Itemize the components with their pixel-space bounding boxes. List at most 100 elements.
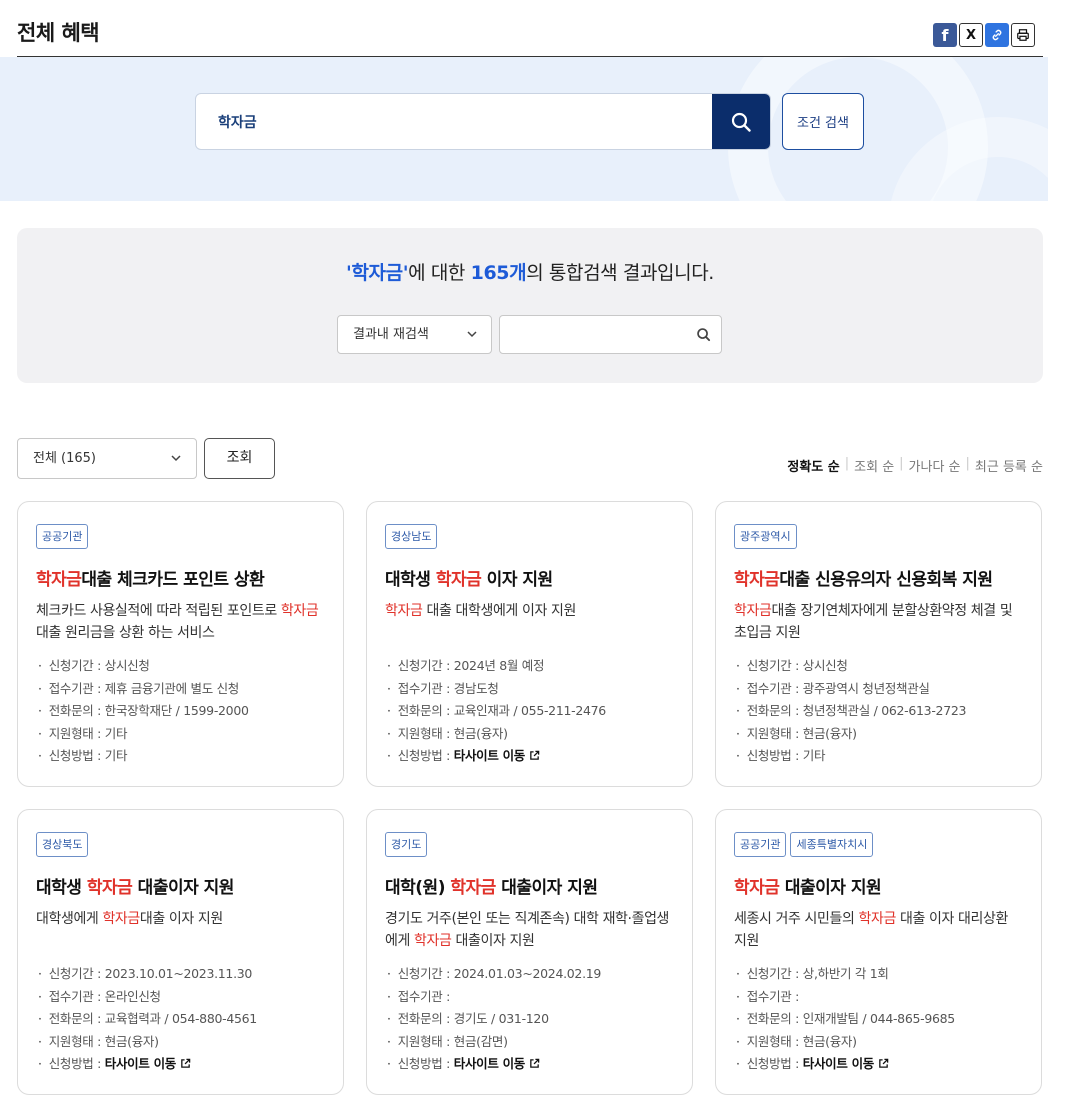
- card-info-list: 신청기간 : 상,하반기 각 1회접수기관 : 전화문의 : 인재개발팀 / 0…: [734, 963, 956, 1076]
- info-contact: 전화문의 : 경기도 / 031-120: [385, 1008, 601, 1031]
- card-title[interactable]: 학자금 대출이자 지원: [734, 873, 882, 898]
- info-agency: 접수기관 : 광주광역시 청년정책관실: [734, 678, 966, 701]
- card-tags: 광주광역시: [734, 524, 797, 549]
- card-description: 대학생에게 학자금대출 이자 지원: [36, 911, 223, 927]
- sort-options: 정확도 순 | 조회 순 | 가나다 순 | 최근 등록 순: [787, 456, 1043, 475]
- search-icon: [731, 112, 751, 132]
- facebook-share-icon[interactable]: f: [933, 23, 957, 47]
- external-site-link[interactable]: 타사이트 이동: [105, 1056, 177, 1071]
- card-tags: 경상북도: [36, 832, 89, 857]
- info-contact: 전화문의 : 교육협력과 / 054-880-4561: [36, 1008, 258, 1031]
- card-info-list: 신청기간 : 상시신청접수기관 : 광주광역시 청년정책관실전화문의 : 청년정…: [734, 655, 967, 768]
- info-type: 지원형태 : 현금(융자): [734, 723, 966, 746]
- card-title[interactable]: 대학생 학자금 이자 지원: [385, 565, 553, 590]
- info-method[interactable]: 신청방법 : 타사이트 이동: [385, 1053, 601, 1076]
- info-contact: 전화문의 : 청년정책관실 / 062-613-2723: [734, 700, 967, 723]
- info-period: 신청기간 : 2024년 8월 예정: [385, 655, 606, 678]
- card-description: 경기도 거주(본인 또는 직계존속) 대학 재학·졸업생에게 학자금 대출이자 …: [385, 911, 670, 949]
- benefit-card[interactable]: 광주광역시학자금대출 신용유의자 신용회복 지원학자금대출 장기연체자에게 분할…: [715, 501, 1042, 787]
- info-period: 신청기간 : 2023.10.01~2023.11.30: [36, 963, 257, 986]
- condition-search-button[interactable]: 조건 검색: [782, 93, 864, 150]
- share-toolbar: f X: [933, 23, 1035, 47]
- info-period: 신청기간 : 2024.01.03~2024.02.19: [385, 963, 602, 986]
- card-title[interactable]: 학자금대출 체크카드 포인트 상환: [36, 565, 265, 590]
- info-method[interactable]: 신청방법 : 타사이트 이동: [385, 745, 606, 768]
- page-title: 전체 혜택: [17, 21, 100, 45]
- card-title[interactable]: 대학(원) 학자금 대출이자 지원: [385, 873, 598, 898]
- info-period: 신청기간 : 상시신청: [734, 655, 966, 678]
- sort-recent[interactable]: 최근 등록 순: [975, 456, 1043, 475]
- info-method[interactable]: 신청방법 : 타사이트 이동: [36, 1053, 257, 1076]
- info-contact: 전화문의 : 인재개발팀 / 044-865-9685: [734, 1008, 956, 1031]
- result-count: 165개: [470, 262, 527, 284]
- benefit-card[interactable]: 경기도대학(원) 학자금 대출이자 지원경기도 거주(본인 또는 직계존속) 대…: [366, 809, 693, 1095]
- info-agency: 접수기관 : 제휴 금융기관에 별도 신청: [36, 678, 249, 701]
- info-method[interactable]: 신청방법 : 타사이트 이동: [734, 1053, 955, 1076]
- print-icon[interactable]: [1011, 23, 1035, 47]
- card-description: 체크카드 사용실적에 따라 적립된 포인트로 학자금대출 원리금을 상환 하는 …: [36, 603, 319, 641]
- sort-views[interactable]: 조회 순: [854, 456, 894, 475]
- info-agency: 접수기관 : 경남도청: [385, 678, 606, 701]
- benefit-card[interactable]: 공공기관 세종특별자치시학자금 대출이자 지원세종시 거주 시민들의 학자금 대출…: [715, 809, 1042, 1095]
- info-type: 지원형태 : 현금(융자): [734, 1031, 955, 1054]
- search-button[interactable]: [712, 94, 770, 149]
- benefit-card[interactable]: 경상남도대학생 학자금 이자 지원학자금 대출 대학생에게 이자 지원신청기간 …: [366, 501, 693, 787]
- card-info-list: 신청기간 : 2024년 8월 예정접수기관 : 경남도청전화문의 : 교육인재…: [385, 655, 607, 768]
- card-description: 학자금대출 장기연체자에게 분할상환약정 체결 및 초입금 지원: [734, 603, 1013, 641]
- external-site-link[interactable]: 타사이트 이동: [454, 1056, 526, 1071]
- result-summary: '학자금'에 대한 165개의 통합검색 결과입니다. 결과내 재검색: [17, 228, 1043, 383]
- chevron-down-icon: [171, 439, 181, 494]
- external-site-link[interactable]: 타사이트 이동: [454, 748, 526, 763]
- info-type: 지원형태 : 현금(융자): [36, 1031, 257, 1054]
- info-type: 지원형태 : 현금(감면): [385, 1031, 601, 1054]
- external-link-icon: [879, 1058, 889, 1068]
- info-contact: 전화문의 : 한국장학재단 / 1599-2000: [36, 700, 249, 723]
- refine-search-input[interactable]: [499, 315, 722, 354]
- info-agency: 접수기관 : 온라인신청: [36, 986, 257, 1009]
- search-box: [195, 93, 771, 150]
- info-period: 신청기간 : 상,하반기 각 1회: [734, 963, 955, 986]
- region-tag: 경상남도: [385, 524, 438, 549]
- region-tag: 세종특별자치시: [790, 832, 874, 857]
- sort-accuracy[interactable]: 정확도 순: [787, 456, 839, 475]
- external-link-icon: [181, 1058, 191, 1068]
- benefit-card[interactable]: 공공기관학자금대출 체크카드 포인트 상환체크카드 사용실적에 따라 적립된 포…: [17, 501, 344, 787]
- region-tag: 경상북도: [36, 832, 89, 857]
- sort-alphabetical[interactable]: 가나다 순: [909, 456, 961, 475]
- external-link-icon: [530, 750, 540, 760]
- info-method: 신청방법 : 기타: [734, 745, 966, 768]
- card-info-list: 신청기간 : 2024.01.03~2024.02.19접수기관 : 전화문의 …: [385, 963, 602, 1076]
- benefit-card[interactable]: 경상북도대학생 학자금 대출이자 지원대학생에게 학자금대출 이자 지원신청기간…: [17, 809, 344, 1095]
- search-band: 조건 검색: [0, 57, 1048, 201]
- region-tag: 공공기관: [36, 524, 89, 549]
- region-tag: 광주광역시: [734, 524, 797, 549]
- result-text: '학자금'에 대한 165개의 통합검색 결과입니다.: [346, 262, 714, 284]
- info-type: 지원형태 : 기타: [36, 723, 249, 746]
- card-description: 세종시 거주 시민들의 학자금 대출 이자 대리상환 지원: [734, 911, 1008, 949]
- card-tags: 공공기관 세종특별자치시: [734, 832, 874, 857]
- card-title[interactable]: 학자금대출 신용유의자 신용회복 지원: [734, 565, 993, 590]
- info-agency: 접수기관 :: [734, 986, 955, 1009]
- refine-scope-select[interactable]: 결과내 재검색: [337, 315, 492, 354]
- search-icon[interactable]: [696, 327, 711, 342]
- card-info-list: 신청기간 : 상시신청접수기관 : 제휴 금융기관에 별도 신청전화문의 : 한…: [36, 655, 249, 768]
- info-period: 신청기간 : 상시신청: [36, 655, 249, 678]
- card-title[interactable]: 대학생 학자금 대출이자 지원: [36, 873, 234, 898]
- search-input[interactable]: [196, 94, 714, 149]
- category-filter-select[interactable]: 전체 (165): [17, 438, 197, 479]
- x-share-icon[interactable]: X: [959, 23, 983, 47]
- top-bar: 전체 혜택 f X: [17, 0, 1043, 57]
- chevron-down-icon: [467, 316, 477, 368]
- region-tag: 공공기관: [734, 832, 787, 857]
- external-site-link[interactable]: 타사이트 이동: [803, 1056, 875, 1071]
- card-tags: 공공기관: [36, 524, 89, 549]
- query-button[interactable]: 조회: [204, 438, 275, 479]
- result-keyword: '학자금': [346, 262, 409, 284]
- info-agency: 접수기관 :: [385, 986, 601, 1009]
- link-copy-icon[interactable]: [985, 23, 1009, 47]
- info-type: 지원형태 : 현금(융자): [385, 723, 606, 746]
- card-description: 학자금 대출 대학생에게 이자 지원: [385, 603, 576, 619]
- external-link-icon: [530, 1058, 540, 1068]
- card-tags: 경기도: [385, 832, 428, 857]
- info-method: 신청방법 : 기타: [36, 745, 249, 768]
